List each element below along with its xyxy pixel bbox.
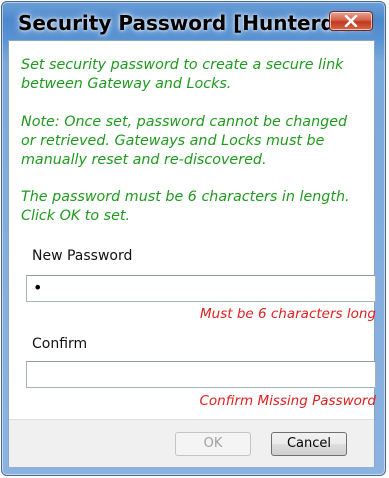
confirm-password-label: Confirm — [32, 336, 88, 352]
confirm-password-error: Confirm Missing Password — [199, 393, 377, 409]
ok-button[interactable]: OK — [175, 432, 251, 456]
button-bar: OK Cancel — [9, 419, 374, 467]
new-password-error: Must be 6 characters long — [200, 306, 376, 322]
info-line-1: Set security password to create a secure… — [21, 57, 344, 73]
close-button[interactable] — [329, 11, 373, 31]
info-line-5: manually reset and re-discovered. — [21, 152, 267, 168]
info-line-6: The password must be 6 characters in len… — [21, 189, 350, 205]
new-password-input[interactable]: • — [26, 275, 376, 302]
title-bar[interactable]: Security Password [Hunterdo... — [2, 2, 385, 42]
dialog-title: Security Password [Hunterdo... — [18, 11, 372, 35]
info-line-2: between Gateway and Locks. — [21, 76, 232, 92]
close-icon — [344, 15, 358, 27]
info-line-3: Note: Once set, password cannot be chang… — [21, 114, 348, 130]
info-line-4: or retrieved. Gateways and Locks must be — [21, 133, 325, 149]
cancel-button[interactable]: Cancel — [271, 432, 347, 456]
new-password-label: New Password — [32, 248, 133, 264]
info-line-7: Click OK to set. — [21, 208, 131, 224]
confirm-password-input[interactable] — [26, 361, 376, 388]
